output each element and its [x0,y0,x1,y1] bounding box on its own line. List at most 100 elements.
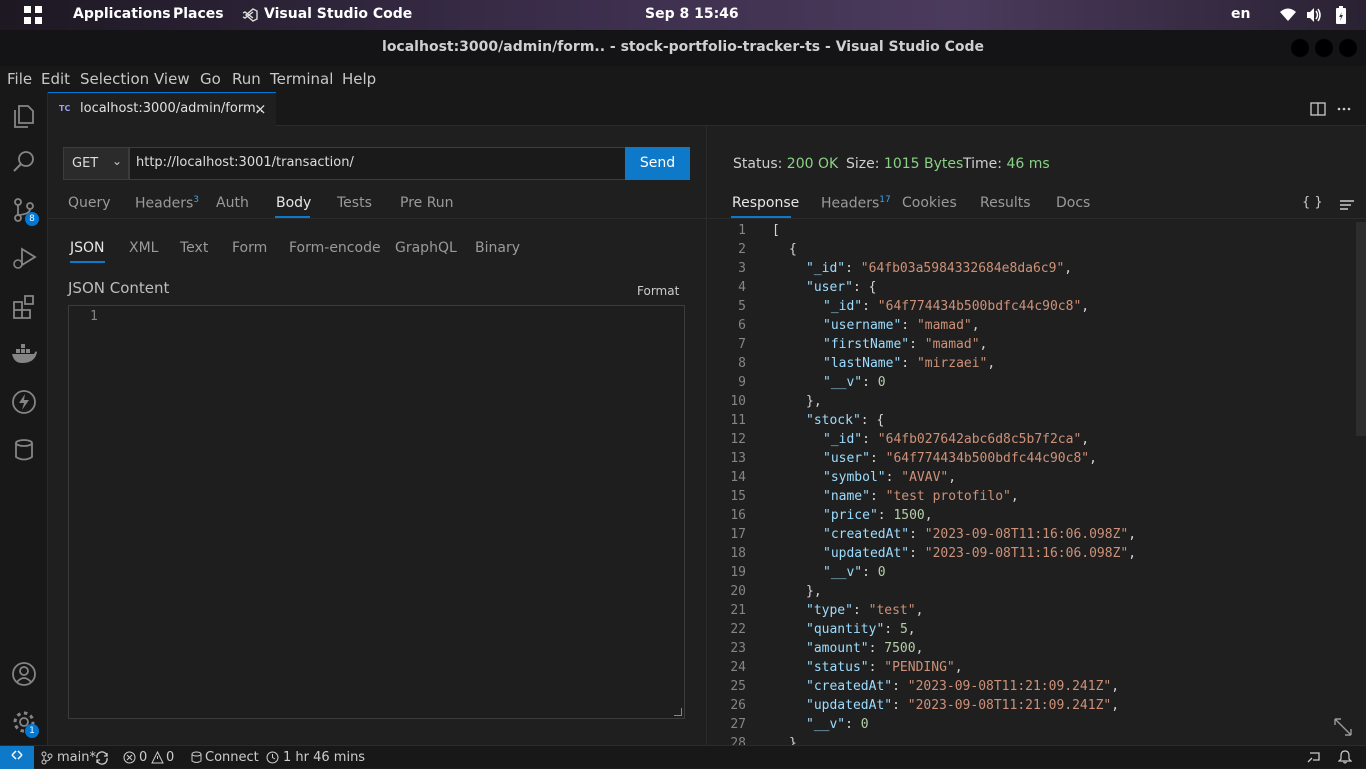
extensions-icon[interactable] [10,292,38,320]
code-line: 25 "createdAt": "2023-09-08T11:21:09.241Z… [708,679,1358,698]
sync-icon[interactable] [95,751,109,765]
menu-terminal[interactable]: Terminal [270,70,333,88]
json-punctuation: : [909,527,925,542]
error-count[interactable]: 0 [139,750,147,765]
json-number: 7500 [884,641,916,656]
line-number: 22 [730,622,746,637]
http-method-select[interactable]: GET ⌄ [63,147,129,180]
resize-handle[interactable] [674,708,682,716]
tab-body[interactable]: Body [276,195,311,211]
feedback-icon[interactable] [1307,751,1321,764]
body-tab-xml[interactable]: XML [129,240,158,256]
code-text: "username": "mamad", [823,318,980,333]
json-key: "createdAt" [806,679,893,694]
tab-docs[interactable]: Docs [1056,195,1090,211]
maximize-button[interactable] [1315,39,1333,57]
tab-query[interactable]: Query [68,195,111,211]
active-app-label[interactable]: Visual Studio Code [264,6,412,22]
split-editor-icon[interactable] [1310,101,1326,117]
tab-response[interactable]: Response [732,195,799,211]
warning-count[interactable]: 0 [166,750,174,765]
json-punctuation: , [924,508,933,523]
close-tab-icon[interactable]: × [254,100,267,118]
clock[interactable]: Sep 8 15:46 [645,6,739,22]
notifications-bell-icon[interactable] [1338,750,1352,764]
code-line: 21 "type": "test", [708,603,1358,622]
menu-help[interactable]: Help [342,70,376,88]
json-key: "user" [806,280,853,295]
app-grid-icon[interactable] [24,6,42,24]
menu-run[interactable]: Run [232,70,261,88]
places-menu[interactable]: Places [173,6,224,22]
line-number: 17 [730,527,746,542]
send-button[interactable]: Send [625,147,690,180]
json-punctuation: : [868,660,885,675]
thunder-client-icon[interactable] [10,388,38,416]
docker-icon[interactable] [10,340,38,368]
code-text: "status": "PENDING", [806,660,963,675]
window-title-bar: localhost:3000/admin/form.. - stock-port… [0,30,1366,66]
line-number: 21 [730,603,746,618]
body-tab-graphql[interactable]: GraphQL [395,240,457,256]
json-key: "price" [823,508,878,523]
code-text: "firstName": "mamad", [823,337,987,352]
menu-lines-icon[interactable] [1339,198,1355,212]
menu-view[interactable]: View [154,70,190,88]
tab-results[interactable]: Results [980,195,1031,211]
expand-icon[interactable] [1333,717,1353,737]
json-punctuation: , [979,337,988,352]
code-line: 3 "_id": "64fb03a5984332684e8da6c9", [708,261,1358,280]
code-line: 24 "status": "PENDING", [708,660,1358,679]
keyboard-language[interactable]: en [1231,6,1250,22]
format-button[interactable]: Format [637,284,679,298]
menu-edit[interactable]: Edit [41,70,70,88]
line-number: 14 [730,470,746,485]
thunder-client-tab-icon: TC [59,104,71,113]
url-input[interactable]: http://localhost:3001/transaction/ [129,147,626,180]
body-tab-form-encode[interactable]: Form-encode [289,240,381,256]
json-key: "symbol" [823,470,886,485]
menu-go[interactable]: Go [200,70,221,88]
tab-pre-run[interactable]: Pre Run [400,195,454,211]
tab-auth[interactable]: Auth [216,195,249,211]
line-number: 24 [730,660,746,675]
search-icon[interactable] [10,148,38,176]
explorer-icon[interactable] [10,102,38,130]
response-json-viewer[interactable]: 1[2{3 "_id": "64fb03a5984332684e8da6c9", 4… [708,222,1358,745]
account-icon[interactable] [10,660,38,688]
database-icon[interactable] [10,436,38,464]
connect-button[interactable]: Connect [205,750,259,765]
more-actions-icon[interactable] [1336,101,1352,117]
battery-icon[interactable] [1336,6,1346,24]
session-timer[interactable]: 1 hr 46 mins [283,750,365,765]
run-debug-icon[interactable] [10,244,38,272]
body-tab-json[interactable]: JSON [70,240,105,256]
wifi-icon[interactable] [1280,8,1296,22]
close-window-button[interactable] [1339,39,1357,57]
tab-response-headers[interactable]: Headers17 [821,195,891,212]
json-key: "name" [823,489,870,504]
menu-selection[interactable]: Selection [80,70,149,88]
body-tab-binary[interactable]: Binary [475,240,520,256]
tab-headers[interactable]: Headers3 [135,195,199,212]
braces-icon[interactable]: { } [1302,195,1323,210]
git-branch[interactable]: main* [57,750,96,765]
menu-file[interactable]: File [7,70,32,88]
json-key: "_id" [823,299,863,314]
editor-tab-thunder-client[interactable]: TC localhost:3000/admin/form.. × [48,92,276,126]
remote-indicator[interactable] [0,746,34,769]
json-key: "__v" [823,565,863,580]
minimize-button[interactable] [1291,39,1309,57]
applications-menu[interactable]: Applications [73,6,171,22]
code-text: }, [806,584,822,599]
body-tab-text[interactable]: Text [180,240,208,256]
code-line: 20}, [708,584,1358,603]
status-value: 200 OK [786,156,839,172]
volume-icon[interactable] [1306,7,1322,23]
response-scrollbar[interactable] [1356,222,1366,436]
json-string: "64fb027642abc6d8c5b7f2ca" [877,432,1082,447]
tab-tests[interactable]: Tests [337,195,372,211]
tab-cookies[interactable]: Cookies [902,195,957,211]
body-tab-form[interactable]: Form [232,240,267,256]
json-body-editor[interactable]: 1 [68,305,685,719]
